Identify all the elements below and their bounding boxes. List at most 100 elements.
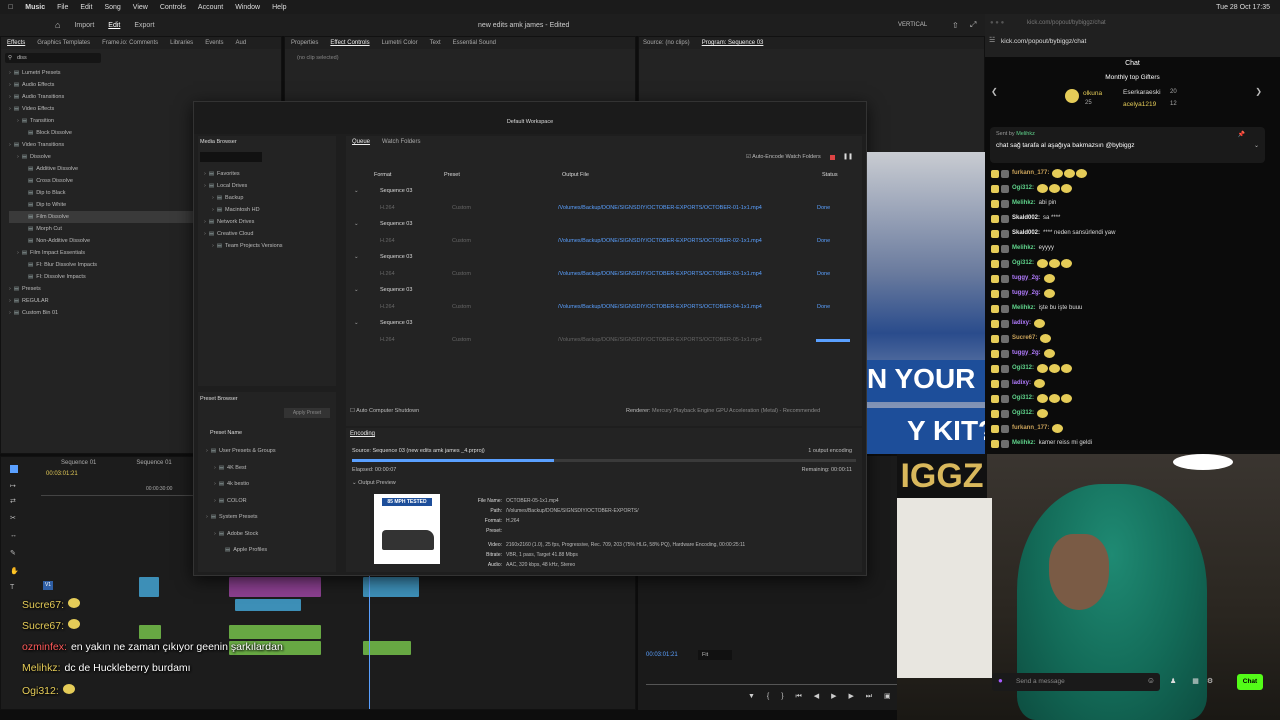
- lift-icon[interactable]: ▣: [884, 693, 891, 700]
- pinned-message[interactable]: Sent by Melihkz chat sağ tarafa al aşağı…: [990, 127, 1265, 163]
- home-icon[interactable]: ⌂: [55, 20, 60, 30]
- audio-clip[interactable]: [229, 625, 321, 639]
- chat-username[interactable]: Melihkz:: [1012, 436, 1036, 451]
- queue-preset[interactable]: Custom: [452, 238, 471, 244]
- tab-events[interactable]: Events: [205, 40, 223, 46]
- queue-format[interactable]: H.264: [380, 337, 395, 343]
- video-clip[interactable]: [139, 577, 159, 597]
- apple-icon[interactable]: : [8, 4, 13, 11]
- expand-icon[interactable]: ⌄: [354, 320, 359, 326]
- chevron-icon[interactable]: ›: [9, 298, 11, 304]
- pause-queue-button[interactable]: ❚❚: [843, 153, 853, 160]
- traffic-lights[interactable]: ● ● ●: [990, 20, 1004, 26]
- chevron-icon[interactable]: ›: [9, 94, 11, 100]
- chat-username[interactable]: tuggy_2g:: [1012, 346, 1041, 361]
- chevron-icon[interactable]: ›: [206, 514, 208, 520]
- queue-format[interactable]: H.264: [380, 238, 395, 244]
- tab-audio[interactable]: Aud: [236, 40, 247, 46]
- chat-message[interactable]: tuggy_2g:: [991, 346, 1271, 361]
- chat-username[interactable]: Ogi312:: [1012, 391, 1034, 406]
- queue-output-file[interactable]: /Volumes/Backup/DONE/SIGNSDIY/OCTOBER-EX…: [558, 238, 762, 244]
- play-icon[interactable]: ▶: [831, 693, 836, 700]
- chevron-icon[interactable]: ›: [214, 465, 216, 471]
- chevron-icon[interactable]: ›: [204, 231, 206, 237]
- queue-item[interactable]: ⌄ Sequence 03 H.264 Custom/Volumes/Backup/D…: [346, 219, 862, 252]
- video-clip[interactable]: [229, 577, 321, 597]
- menu-app-name[interactable]: Music: [25, 4, 45, 11]
- col-format[interactable]: Format: [374, 172, 391, 178]
- collapse-icon[interactable]: ⌄: [1254, 142, 1259, 149]
- col-status[interactable]: Status: [822, 172, 838, 178]
- preset-item[interactable]: › ▤ User Presets & Groups: [206, 443, 276, 460]
- chat-message[interactable]: ladixy:: [991, 376, 1271, 391]
- chevron-icon[interactable]: ›: [204, 219, 206, 225]
- chevron-icon[interactable]: ›: [212, 243, 214, 249]
- preset-item[interactable]: › ▤ System Presets: [206, 509, 276, 526]
- go-to-out-icon[interactable]: ⏭: [866, 693, 872, 700]
- chevron-icon[interactable]: ›: [9, 142, 11, 148]
- col-preset[interactable]: Preset: [444, 172, 460, 178]
- tab-frameio[interactable]: Frame.io: Comments: [102, 40, 158, 46]
- chat-username[interactable]: tuggy_2g:: [1012, 271, 1041, 286]
- type-tool-icon[interactable]: T: [10, 584, 14, 591]
- gifters-prev-icon[interactable]: ❮: [991, 87, 998, 96]
- chevron-icon[interactable]: ›: [206, 448, 208, 454]
- queue-format[interactable]: H.264: [380, 304, 395, 310]
- chat-username[interactable]: Ogi312:: [1012, 406, 1034, 421]
- tab-source[interactable]: Source: (no clips): [643, 40, 690, 46]
- expand-icon[interactable]: ⌄: [354, 254, 359, 260]
- chat-username[interactable]: ladixy:: [1012, 376, 1031, 391]
- tab-sequence-01b[interactable]: Sequence 01: [136, 460, 171, 466]
- chevron-icon[interactable]: ›: [212, 195, 214, 201]
- gift-icon[interactable]: ▦: [1192, 678, 1199, 685]
- chat-message[interactable]: Ogi312:: [991, 406, 1271, 421]
- workspace-vertical[interactable]: VERTICAL: [898, 22, 927, 28]
- output-preview-toggle[interactable]: ⌄ Output Preview: [352, 480, 396, 486]
- effect-item[interactable]: › ▤ Lumetri Presets: [9, 67, 281, 79]
- chat-username[interactable]: tuggy_2g:: [1012, 286, 1041, 301]
- queue-item[interactable]: ⌄ Sequence 03 H.264 Custom/Volumes/Backup/D…: [346, 252, 862, 285]
- mic-icon[interactable]: ●: [998, 676, 1003, 685]
- tab-watch-folders[interactable]: Watch Folders: [382, 139, 420, 145]
- workspace-label[interactable]: Default Workspace: [507, 119, 553, 125]
- track-v1-label[interactable]: V1: [43, 581, 53, 590]
- tab-text[interactable]: Text: [430, 40, 441, 46]
- marker-icon[interactable]: ▼: [748, 693, 755, 700]
- stop-queue-button[interactable]: [830, 155, 835, 160]
- effects-search-input[interactable]: ⚲ diss: [5, 53, 101, 63]
- browser-item[interactable]: › ▤ Creative Cloud: [204, 228, 336, 240]
- audio-clip[interactable]: [139, 625, 161, 639]
- emoji-icon[interactable]: ☺: [1147, 676, 1155, 685]
- step-back-icon[interactable]: ◀: [814, 693, 819, 700]
- chat-username[interactable]: furkann_177:: [1012, 166, 1049, 181]
- browser-item[interactable]: › ▤ Network Drives: [204, 216, 336, 228]
- step-forward-icon[interactable]: ▶: [848, 693, 853, 700]
- queue-format[interactable]: H.264: [380, 271, 395, 277]
- browser-item[interactable]: › ▤ Macintosh HD: [204, 204, 336, 216]
- preset-item[interactable]: › ▤ 4K Best: [206, 460, 276, 477]
- chat-username[interactable]: Melihkz:: [1012, 196, 1036, 211]
- menubar-clock[interactable]: Tue 28 Oct 17:35: [1216, 4, 1270, 11]
- queue-format[interactable]: H.264: [380, 205, 395, 211]
- effect-item[interactable]: › ▤ Audio Effects: [9, 79, 281, 91]
- chat-message[interactable]: Melihkz: eyyyy: [991, 241, 1271, 256]
- gifter-2-name[interactable]: Eserkaraeski: [1123, 89, 1161, 96]
- nav-import[interactable]: Import: [74, 22, 94, 29]
- chat-message[interactable]: Sucre67:: [991, 331, 1271, 346]
- col-output[interactable]: Output File: [562, 172, 589, 178]
- fullscreen-icon[interactable]: ⤢: [970, 20, 976, 30]
- gifter-3-name[interactable]: acelya1219: [1123, 101, 1156, 108]
- hand-tool-icon[interactable]: ✋: [10, 567, 19, 575]
- expand-icon[interactable]: ⌄: [354, 188, 359, 194]
- preset-item[interactable]: › ▤ COLOR: [206, 493, 276, 510]
- queue-preset[interactable]: Custom: [452, 205, 471, 211]
- chat-message[interactable]: furkann_177:: [991, 166, 1271, 181]
- chat-send-button[interactable]: Chat: [1237, 674, 1263, 690]
- menu-file[interactable]: File: [57, 4, 68, 11]
- chevron-icon[interactable]: ›: [9, 310, 11, 316]
- video-clip[interactable]: [363, 577, 419, 597]
- tab-effects[interactable]: Effects: [7, 40, 25, 46]
- apply-preset-button[interactable]: Apply Preset: [284, 408, 330, 418]
- queue-preset[interactable]: Custom: [452, 271, 471, 277]
- share-icon[interactable]: ⇧: [952, 21, 959, 30]
